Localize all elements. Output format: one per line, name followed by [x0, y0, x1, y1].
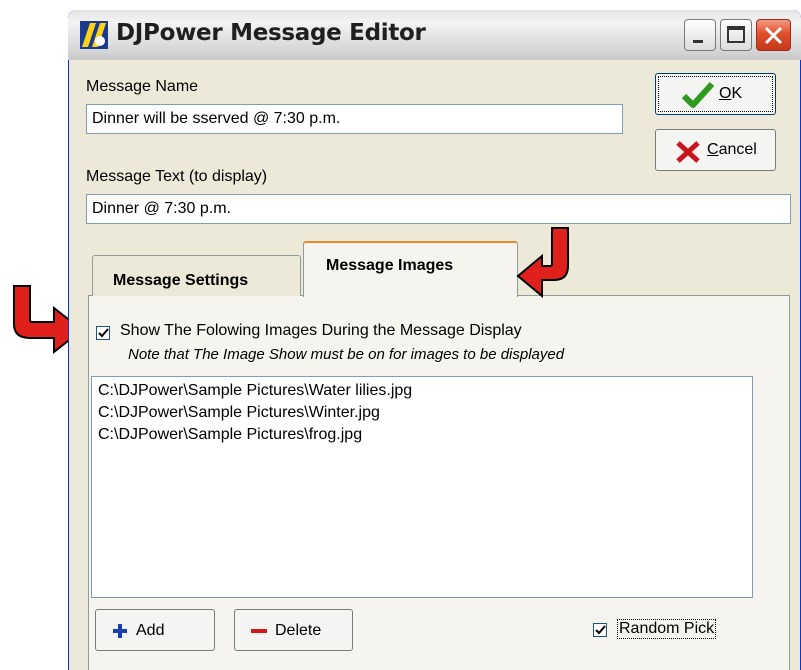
maximize-icon — [727, 26, 745, 43]
message-text-label: Message Text (to display) — [86, 168, 268, 185]
list-item[interactable]: C:\DJPower\Sample Pictures\Winter.jpg — [98, 402, 752, 424]
title-bar: DJPower Message Editor — [68, 10, 801, 60]
message-name-field[interactable]: Dinner will be sserved @ 7:30 p.m. — [86, 104, 623, 134]
minimize-icon — [693, 40, 703, 43]
image-show-note: Note that The Image Show must be on for … — [128, 346, 565, 363]
tab-message-images[interactable]: Message Images — [303, 241, 518, 297]
random-pick-label: Random Pick — [617, 619, 717, 639]
plus-icon — [113, 624, 127, 638]
close-icon — [764, 26, 783, 45]
delete-button[interactable]: Delete — [234, 609, 353, 651]
show-images-label: Show The Folowing Images During the Mess… — [120, 322, 522, 339]
cancel-label: Cancel — [707, 141, 757, 158]
window-title: DJPower Message Editor — [116, 20, 426, 46]
minus-icon — [251, 629, 267, 633]
message-text-field[interactable]: Dinner @ 7:30 p.m. — [86, 194, 791, 224]
app-icon — [80, 21, 108, 49]
ok-label: OK — [719, 85, 743, 102]
cancel-button[interactable]: Cancel — [655, 129, 776, 171]
close-button[interactable] — [756, 19, 791, 51]
list-item[interactable]: C:\DJPower\Sample Pictures\Water lilies.… — [98, 380, 752, 402]
minimize-button[interactable] — [684, 19, 716, 51]
message-name-label: Message Name — [86, 78, 199, 95]
add-button[interactable]: Add — [95, 609, 215, 651]
maximize-button[interactable] — [720, 19, 752, 51]
random-pick-checkbox[interactable] — [593, 623, 607, 637]
ok-button[interactable]: OK — [655, 73, 776, 115]
tab-message-settings[interactable]: Message Settings — [92, 255, 301, 296]
show-images-checkbox[interactable] — [96, 326, 110, 340]
images-list[interactable]: C:\DJPower\Sample Pictures\Water lilies.… — [91, 376, 753, 598]
message-editor-window: DJPower Message Editor Message Name Dinn… — [68, 10, 801, 670]
list-item[interactable]: C:\DJPower\Sample Pictures\frog.jpg — [98, 424, 752, 446]
x-icon — [676, 141, 700, 163]
curved-arrow-icon — [516, 227, 569, 299]
checkmark-icon — [682, 81, 714, 108]
